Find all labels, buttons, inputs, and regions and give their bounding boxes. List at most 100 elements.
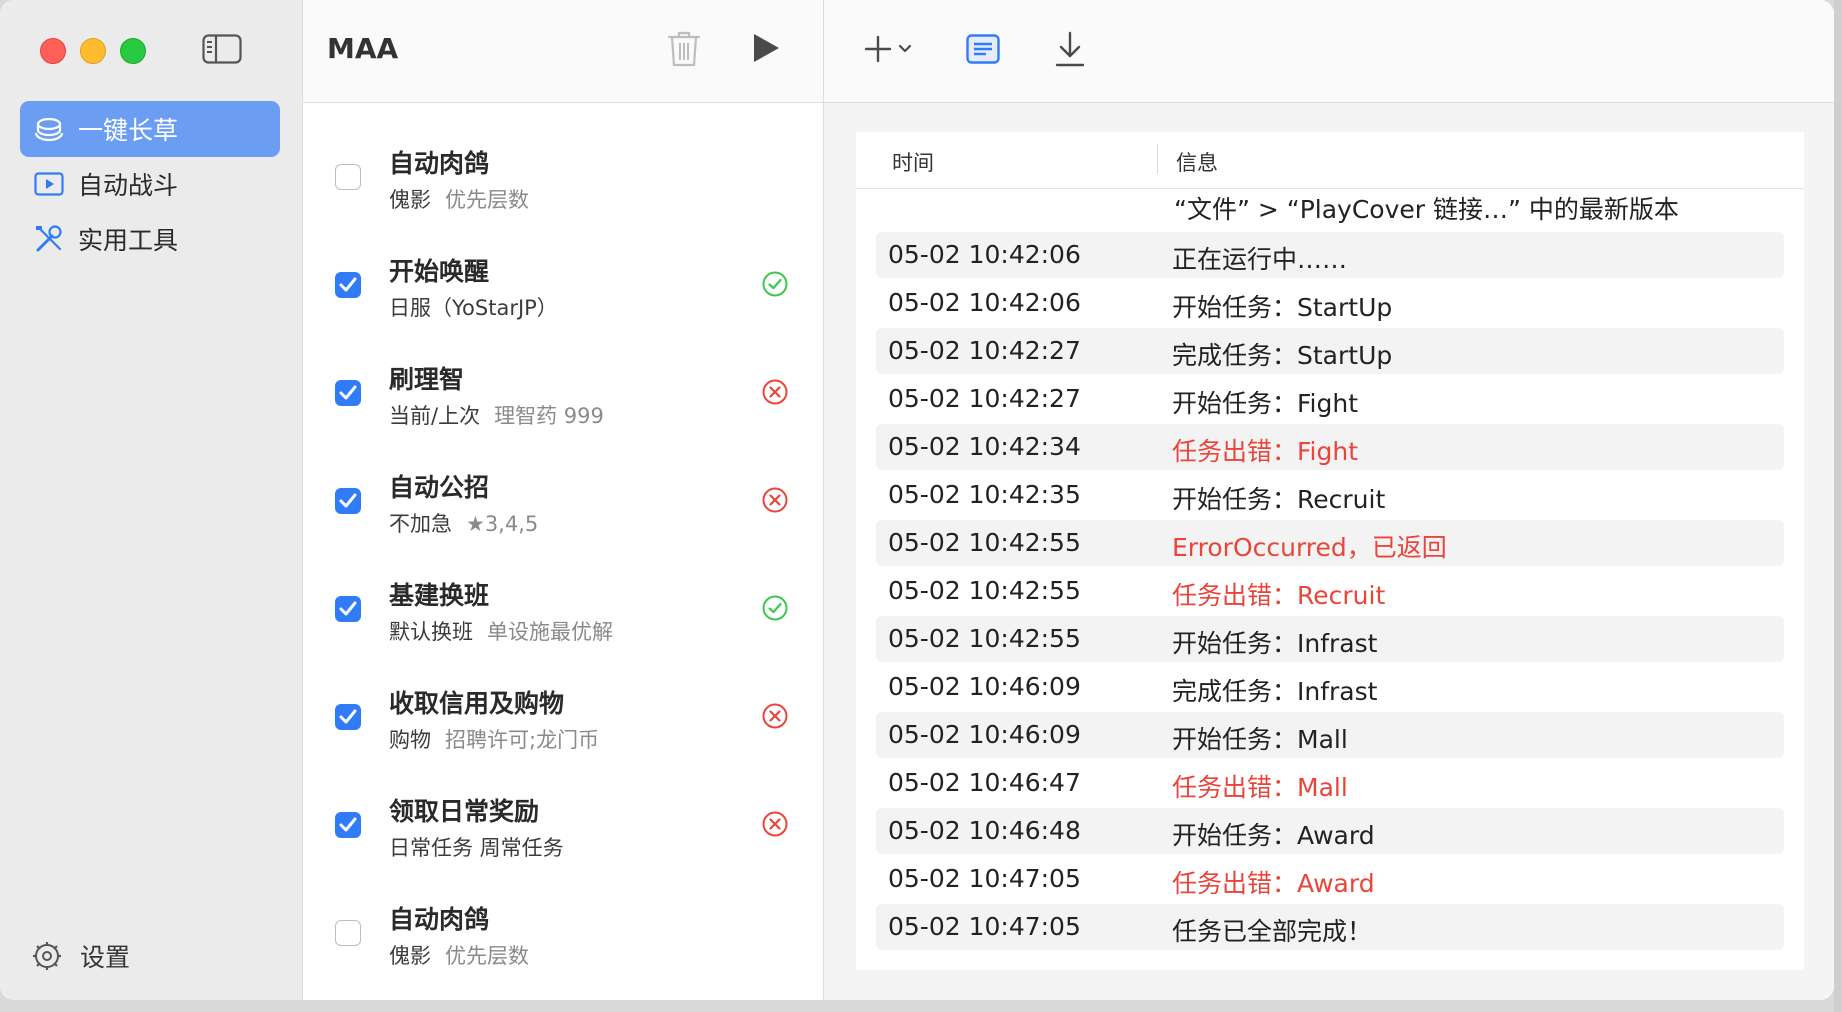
- task-subtitle: 傀影 优先层数: [389, 188, 529, 212]
- success-icon: [762, 271, 788, 297]
- log-row: 05-02 10:46:48 开始任务：Award: [876, 808, 1784, 854]
- log-row-error: 05-02 10:47:05 任务出错：Award: [888, 864, 1375, 898]
- task-title: 自动肉鸽: [389, 905, 490, 934]
- task-item-infrast[interactable]: 基建换班 默认换班 单设施最优解: [303, 554, 823, 662]
- task-checkbox[interactable]: [335, 596, 361, 622]
- log-table: 时间 信息 “文件” > “PlayCover 链接…” 中的最新版本 05-0…: [856, 132, 1804, 970]
- play-rectangle-icon: [34, 169, 64, 199]
- log-header: 时间 信息: [856, 132, 1804, 189]
- log-row-error: 05-02 10:42:55 ErrorOccurred，已返回: [876, 520, 1784, 566]
- task-item-roguelike-2[interactable]: 自动肉鸽 傀影 优先层数: [303, 878, 823, 986]
- task-checkbox[interactable]: [335, 164, 361, 190]
- checkmark-icon: [339, 709, 357, 724]
- column-header-time[interactable]: 时间: [892, 147, 934, 177]
- task-title: 基建换班: [389, 581, 490, 610]
- column-divider[interactable]: [1157, 144, 1158, 174]
- task-subtitle: 不加急 ★3,4,5: [389, 512, 539, 536]
- task-title: 刷理智: [389, 365, 465, 394]
- delete-button[interactable]: [667, 30, 701, 72]
- log-row-error: 05-02 10:46:47 任务出错：Mall: [888, 768, 1348, 802]
- document-icon: [966, 34, 1000, 64]
- log-row: 05-02 10:46:09 开始任务：Mall: [876, 712, 1784, 758]
- background-window-edge: [1834, 0, 1842, 1012]
- add-task-button[interactable]: [864, 34, 916, 68]
- task-item-recruit[interactable]: 自动公招 不加急 ★3,4,5: [303, 446, 823, 554]
- task-checkbox[interactable]: [335, 812, 361, 838]
- sidebar-toggle-button[interactable]: [202, 34, 242, 64]
- task-title: 自动肉鸽: [389, 149, 490, 178]
- play-icon: [754, 34, 779, 62]
- sidebar-item-label: 实用工具: [78, 226, 179, 255]
- log-row: 05-02 10:47:05 任务已全部完成！: [876, 904, 1784, 950]
- task-item-roguelike[interactable]: 自动肉鸽 傀影 优先层数: [303, 122, 823, 230]
- log-row: 05-02 10:42:27 完成任务：StartUp: [876, 328, 1784, 374]
- log-row: 05-02 10:42:27 开始任务：Fight: [888, 384, 1359, 418]
- task-checkbox[interactable]: [335, 920, 361, 946]
- app-title: MAA: [327, 32, 399, 65]
- task-toolbar: MAA: [303, 0, 823, 103]
- task-checkbox[interactable]: [335, 380, 361, 406]
- sidebar-item-auto-battle[interactable]: 自动战斗: [20, 156, 280, 212]
- task-subtitle: 默认换班 单设施最优解: [389, 620, 613, 644]
- log-partial-line: “文件” > “PlayCover 链接…” 中的最新版本: [1174, 195, 1679, 224]
- task-subtitle: 日常任务 周常任务: [389, 836, 564, 860]
- zoom-window-button[interactable]: [120, 38, 146, 64]
- task-title: 收取信用及购物: [389, 689, 565, 718]
- stack-icon: [34, 114, 64, 144]
- download-button[interactable]: [1054, 30, 1086, 72]
- task-checkbox[interactable]: [335, 704, 361, 730]
- error-icon: [762, 487, 788, 513]
- column-header-info[interactable]: 信息: [1176, 147, 1218, 177]
- app-window: 一键长草 自动战斗 实用工具 设置 MAA 自动肉鸽 傀影 优先层数 开始唤醒 …: [0, 0, 1834, 1000]
- sidebar-item-label: 一键长草: [78, 116, 179, 145]
- sidebar-item-tools[interactable]: 实用工具: [20, 211, 280, 267]
- checkmark-icon: [339, 385, 357, 400]
- task-title: 领取日常奖励: [389, 797, 540, 826]
- download-icon: [1055, 31, 1085, 67]
- sidebar-item-label: 自动战斗: [78, 171, 179, 200]
- log-row: 05-02 10:42:55 开始任务：Infrast: [876, 616, 1784, 662]
- log-view-button[interactable]: [966, 34, 1000, 68]
- sidebar: 一键长草 自动战斗 实用工具 设置: [0, 0, 303, 1000]
- log-row-error: 05-02 10:42:55 任务出错：Recruit: [888, 576, 1386, 610]
- sidebar-item-daily[interactable]: 一键长草: [20, 101, 280, 157]
- task-item-startup[interactable]: 开始唤醒 日服（YoStarJP）: [303, 230, 823, 338]
- settings-item[interactable]: 设置: [32, 938, 130, 974]
- gear-icon: [33, 942, 61, 970]
- start-button[interactable]: [751, 32, 781, 68]
- sidebar-toggle-icon: [202, 34, 242, 64]
- task-subtitle: 购物 招聘许可;龙门币: [389, 728, 600, 752]
- checkmark-icon: [339, 817, 357, 832]
- minimize-window-button[interactable]: [80, 38, 106, 64]
- trash-icon: [667, 31, 701, 67]
- error-icon: [762, 811, 788, 837]
- task-subtitle: 当前/上次 理智药 999: [389, 404, 604, 428]
- task-checkbox[interactable]: [335, 272, 361, 298]
- task-title: 自动公招: [389, 473, 490, 502]
- task-item-mall[interactable]: 收取信用及购物 购物 招聘许可;龙门币: [303, 662, 823, 770]
- close-window-button[interactable]: [40, 38, 66, 64]
- checkmark-icon: [339, 493, 357, 508]
- checkmark-icon: [339, 601, 357, 616]
- log-toolbar: [824, 0, 1834, 103]
- task-title: 开始唤醒: [389, 257, 490, 286]
- task-item-award[interactable]: 领取日常奖励 日常任务 周常任务: [303, 770, 823, 878]
- plus-chevron-icon: [864, 35, 912, 63]
- checkmark-icon: [339, 277, 357, 292]
- task-checkbox[interactable]: [335, 488, 361, 514]
- task-subtitle: 傀影 优先层数: [389, 944, 529, 968]
- log-row: 05-02 10:42:06 开始任务：StartUp: [888, 288, 1393, 322]
- log-panel: 时间 信息 “文件” > “PlayCover 链接…” 中的最新版本 05-0…: [824, 0, 1834, 1000]
- settings-label: 设置: [80, 943, 131, 972]
- log-row: 05-02 10:46:09 完成任务：Infrast: [888, 672, 1378, 706]
- log-row-error: 05-02 10:42:34 任务出错：Fight: [876, 424, 1784, 470]
- log-row: 05-02 10:42:06 正在运行中……: [876, 232, 1784, 278]
- tools-icon: [34, 224, 64, 254]
- task-item-fight[interactable]: 刷理智 当前/上次 理智药 999: [303, 338, 823, 446]
- task-panel: MAA 自动肉鸽 傀影 优先层数 开始唤醒 日服（YoStarJP） 刷理智 当…: [303, 0, 824, 1000]
- task-subtitle: 日服（YoStarJP）: [389, 296, 558, 320]
- error-icon: [762, 703, 788, 729]
- error-icon: [762, 379, 788, 405]
- log-row: 05-02 10:42:35 开始任务：Recruit: [888, 480, 1386, 514]
- success-icon: [762, 595, 788, 621]
